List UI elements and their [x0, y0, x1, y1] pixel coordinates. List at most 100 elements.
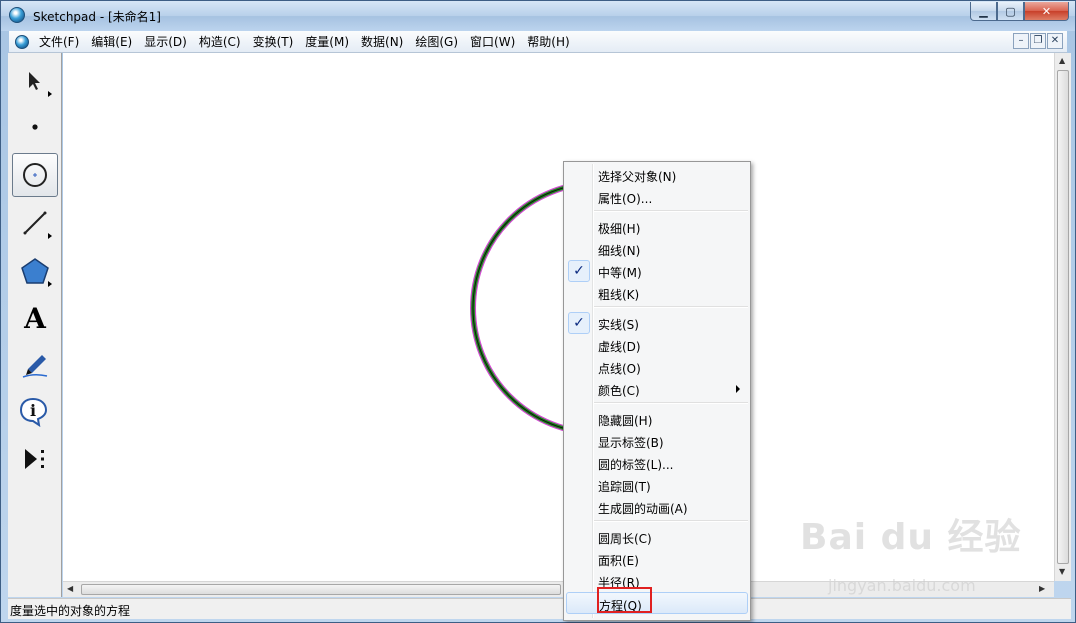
play-dots-icon	[25, 449, 44, 469]
document-icon[interactable]	[15, 35, 29, 49]
doc-close-button[interactable]: ✕	[1047, 33, 1063, 49]
text-tool[interactable]: A	[12, 296, 58, 340]
scroll-right-icon[interactable]: ▶	[1039, 584, 1045, 593]
status-bar: 度量选中的对象的方程	[8, 598, 1071, 619]
line-segment-icon	[23, 211, 47, 235]
context-menu-item[interactable]: 点线(O)	[566, 356, 748, 378]
close-icon: ✕	[1041, 4, 1052, 18]
context-menu-item-label: 点线(O)	[598, 362, 641, 376]
menu-separator	[594, 210, 748, 212]
submenu-indicator-icon	[48, 233, 52, 239]
minimize-button[interactable]: ▁	[970, 2, 997, 21]
context-menu-item-label: 显示标签(B)	[598, 436, 664, 450]
checkmark-icon: ✓	[568, 260, 590, 282]
sketch-canvas[interactable]	[63, 53, 1054, 581]
horizontal-scrollbar[interactable]: ◀ ▶	[63, 581, 1054, 597]
menu-item[interactable]: 绘图(G)	[409, 34, 464, 50]
menu-item[interactable]: 帮助(H)	[521, 34, 575, 50]
status-text: 度量选中的对象的方程	[10, 604, 131, 618]
minimize-icon: ▁	[979, 4, 988, 18]
pentagon-icon	[21, 258, 49, 284]
context-menu-item-label: 圆周长(C)	[598, 532, 652, 546]
context-menu-item-label: 选择父对象(N)	[598, 170, 677, 184]
scroll-left-icon[interactable]: ◀	[67, 584, 73, 593]
compass-tool[interactable]	[12, 153, 58, 197]
maximize-button[interactable]: ▢	[997, 2, 1024, 21]
checkmark-icon: ✓	[568, 312, 590, 334]
straightedge-tool[interactable]	[12, 201, 58, 245]
menu-item[interactable]: 数据(N)	[355, 34, 409, 50]
context-menu-item-label: 粗线(K)	[598, 288, 640, 302]
context-menu-item[interactable]: ✓ 实线(S)	[566, 312, 748, 334]
toolbox: A i	[8, 53, 62, 597]
submenu-indicator-icon	[48, 91, 52, 97]
context-menu-item[interactable]: 颜色(C)	[566, 378, 748, 400]
context-menu-item[interactable]: 圆的标签(L)...	[566, 452, 748, 474]
context-menu-item-label: 生成圆的动画(A)	[598, 502, 688, 516]
context-menu-item[interactable]: 隐藏圆(H)	[566, 408, 748, 430]
menu-separator	[594, 402, 748, 404]
vertical-scroll-thumb[interactable]	[1057, 70, 1069, 564]
point-icon	[32, 124, 38, 130]
window-title: Sketchpad - [未命名1]	[33, 10, 161, 24]
context-menu-item[interactable]: 面积(E)	[566, 548, 748, 570]
point-tool[interactable]	[12, 105, 58, 149]
arrow-select-tool[interactable]	[12, 59, 58, 103]
close-button[interactable]: ✕	[1024, 2, 1069, 21]
context-menu-item-label: 圆的标签(L)...	[598, 458, 674, 472]
scroll-up-icon[interactable]: ▲	[1059, 56, 1065, 65]
menu-item[interactable]: 窗口(W)	[464, 34, 521, 50]
context-menu-item[interactable]: 细线(N)	[566, 238, 748, 260]
text-a-icon: A	[24, 301, 46, 335]
context-menu-item[interactable]: 选择父对象(N)	[566, 164, 748, 186]
context-menu-item-label: 细线(N)	[598, 244, 641, 258]
menu-item[interactable]: 构造(C)	[193, 34, 247, 50]
info-icon: i	[19, 397, 48, 427]
context-menu-item[interactable]: 圆周长(C)	[566, 526, 748, 548]
submenu-indicator-icon	[48, 281, 52, 287]
context-menu-item[interactable]: 极细(H)	[566, 216, 748, 238]
context-menu-item[interactable]: ✓ 中等(M)	[566, 260, 748, 282]
scroll-down-icon[interactable]: ▼	[1059, 567, 1065, 576]
context-menu-item-label: 极细(H)	[598, 222, 641, 236]
context-menu-item[interactable]: 显示标签(B)	[566, 430, 748, 452]
context-menu-item[interactable]: 追踪圆(T)	[566, 474, 748, 496]
maximize-icon: ▢	[1005, 4, 1016, 18]
sketchpad-app-icon[interactable]	[9, 7, 25, 23]
marker-tool[interactable]	[12, 343, 58, 387]
context-menu-item[interactable]: 半径(R)	[566, 570, 748, 592]
context-menu-item[interactable]: 方程(Q)	[566, 592, 748, 614]
vertical-scrollbar[interactable]: ▲ ▼	[1054, 53, 1071, 581]
context-menu-item-label: 属性(O)...	[598, 192, 653, 206]
highlight-annotation-box	[597, 587, 652, 613]
doc-minimize-button[interactable]: –	[1013, 33, 1029, 49]
menu-item[interactable]: 变换(T)	[247, 34, 300, 50]
context-menu-item[interactable]: 属性(O)...	[566, 186, 748, 208]
menu-separator	[594, 306, 748, 308]
context-menu-item-label: 颜色(C)	[598, 384, 640, 398]
menu-item[interactable]: 度量(M)	[299, 34, 355, 50]
submenu-arrow-icon	[736, 385, 740, 393]
custom-tool[interactable]	[12, 437, 58, 481]
arrow-icon	[29, 72, 40, 90]
circle-icon	[23, 163, 47, 187]
context-menu-item[interactable]: 虚线(D)	[566, 334, 748, 356]
menu-separator	[594, 520, 748, 522]
title-bar[interactable]: Sketchpad - [未命名1] ▁ ▢ ✕	[1, 1, 1075, 31]
context-menu-item[interactable]: 生成圆的动画(A)	[566, 496, 748, 518]
context-menu-item-label: 隐藏圆(H)	[598, 414, 653, 428]
context-menu-item[interactable]: 粗线(K)	[566, 282, 748, 304]
info-glyph: i	[30, 401, 36, 420]
marker-pen-icon	[22, 355, 48, 378]
horizontal-scroll-thumb[interactable]	[81, 584, 561, 595]
circle-object[interactable]	[63, 53, 1054, 581]
context-menu-item-label: 实线(S)	[598, 318, 639, 332]
context-menu-item-label: 面积(E)	[598, 554, 639, 568]
polygon-tool[interactable]	[12, 249, 58, 293]
menu-item[interactable]: 编辑(E)	[85, 34, 138, 50]
information-tool[interactable]: i	[12, 390, 58, 434]
context-menu-item-label: 中等(M)	[598, 266, 642, 280]
doc-restore-button[interactable]: ❐	[1030, 33, 1046, 49]
menu-item[interactable]: 显示(D)	[138, 34, 193, 50]
menu-item[interactable]: 文件(F)	[33, 34, 85, 50]
